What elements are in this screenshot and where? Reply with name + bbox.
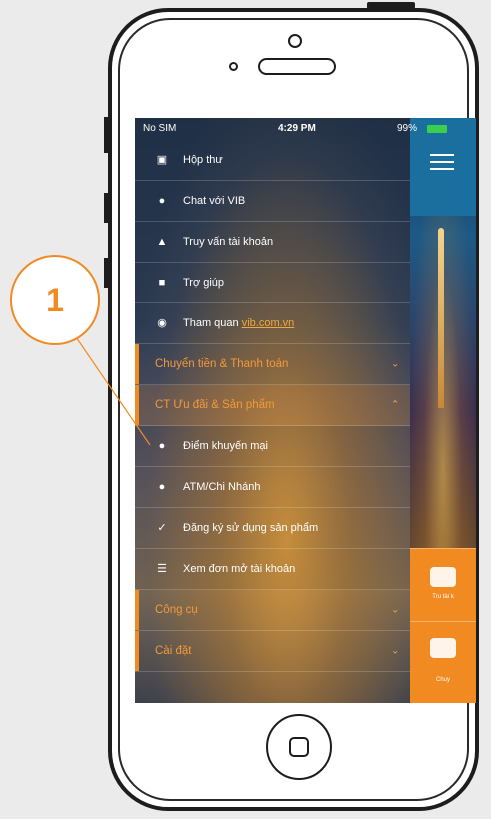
transfer-tile-icon	[430, 638, 456, 658]
chevron-up-icon: ⌃	[391, 399, 400, 411]
menu-item-label: Đăng ký sử dụng sản phẩm	[183, 522, 319, 534]
battery-icon	[427, 125, 447, 133]
menu-item-help[interactable]: ■ Trợ giúp	[135, 263, 410, 303]
section-promotions-products[interactable]: CT Ưu đãi & Sản phẩm ⌃	[135, 385, 410, 426]
home-button[interactable]	[266, 714, 332, 780]
section-label: Công cụ	[155, 604, 198, 616]
section-label: Cài đặt	[155, 645, 192, 657]
volume-down-button	[104, 258, 110, 288]
location-pin-icon: ●	[158, 440, 166, 452]
chevron-down-icon: ⌄	[391, 645, 400, 657]
quick-tile-account[interactable]: Tru tài k	[410, 548, 476, 621]
chevron-down-icon: ⌄	[391, 358, 400, 370]
section-accent-bar	[135, 631, 139, 671]
globe-icon: ◉	[157, 317, 167, 329]
sensor-icon	[229, 62, 238, 71]
section-tools[interactable]: Công cụ ⌄	[135, 590, 410, 631]
document-list-icon: ☰	[157, 563, 167, 575]
website-link[interactable]: vib.com.vn	[242, 317, 295, 329]
status-bar: No SIM 4:29 PM 99%	[135, 118, 476, 140]
mute-switch	[104, 117, 110, 153]
section-label: CT Ưu đãi & Sản phẩm	[155, 399, 275, 411]
user-icon: ▲	[156, 236, 168, 248]
menu-item-label: Truy vấn tài khoản	[183, 236, 274, 248]
callout-number: 1	[46, 282, 64, 318]
tile-label: Chuy	[435, 677, 450, 683]
callout-badge: 1	[10, 255, 100, 345]
menu-item-label: ATM/Chi Nhánh	[183, 481, 261, 493]
inbox-icon: ▣	[156, 154, 168, 166]
earpiece-speaker	[258, 58, 336, 75]
battery-percent: 99%	[397, 123, 418, 134]
chevron-down-icon: ⌄	[391, 604, 400, 616]
front-camera-icon	[288, 34, 302, 48]
section-accent-bar	[135, 385, 139, 425]
tower-illustration	[438, 228, 444, 408]
section-accent-bar	[135, 590, 139, 630]
menu-item-label: Điểm khuyến mại	[183, 440, 268, 452]
account-tile-icon	[430, 567, 456, 587]
section-settings[interactable]: Cài đặt ⌄	[135, 631, 410, 672]
chat-icon: ●	[158, 195, 166, 207]
section-transfer-payment[interactable]: Chuyển tiền & Thanh toán ⌄	[135, 344, 410, 385]
menu-item-inbox[interactable]: ▣ Hộp thư	[135, 140, 410, 181]
menu-item-label: Xem đơn mở tài khoản	[183, 563, 296, 575]
menu-item-account-inquiry[interactable]: ▲ Truy vấn tài khoản	[135, 222, 410, 263]
background-city-image: Tru tài k Chuy	[410, 118, 476, 703]
menu-item-label: Hộp thư	[183, 154, 223, 166]
side-menu-drawer: ▣ Hộp thư ● Chat với VIB ▲ Truy vấn tài …	[135, 118, 410, 703]
home-square-icon	[289, 737, 309, 757]
location-pin-icon: ●	[158, 481, 166, 493]
quick-tile-transfer[interactable]: Chuy	[410, 621, 476, 703]
section-accent-bar	[135, 344, 139, 384]
power-button	[367, 2, 415, 9]
status-time: 4:29 PM	[278, 123, 316, 134]
help-icon: ■	[158, 276, 166, 289]
menu-item-promo-locations[interactable]: ● Điểm khuyến mại	[135, 426, 410, 467]
section-label: Chuyển tiền & Thanh toán	[155, 358, 289, 370]
hamburger-menu-icon[interactable]	[430, 154, 454, 172]
menu-item-label: Trợ giúp	[183, 276, 225, 289]
check-icon: ✓	[157, 522, 167, 534]
menu-item-visit-website[interactable]: ◉ Tham quan vib.com.vn	[135, 303, 410, 344]
phone-screen: Tru tài k Chuy ▣ Hộp thư ● Chat với VIB …	[135, 118, 476, 703]
menu-item-atm-branch[interactable]: ● ATM/Chi Nhánh	[135, 467, 410, 508]
tile-label: Tru tài k	[432, 594, 454, 600]
menu-item-view-account-application[interactable]: ☰ Xem đơn mở tài khoản	[135, 549, 410, 590]
menu-item-product-registration[interactable]: ✓ Đăng ký sử dụng sản phẩm	[135, 508, 410, 549]
carrier-label: No SIM	[143, 123, 177, 134]
menu-item-label: Chat với VIB	[183, 195, 246, 207]
menu-item-label: Tham quan vib.com.vn	[183, 317, 295, 329]
menu-item-chat[interactable]: ● Chat với VIB	[135, 181, 410, 222]
volume-up-button	[104, 193, 110, 223]
